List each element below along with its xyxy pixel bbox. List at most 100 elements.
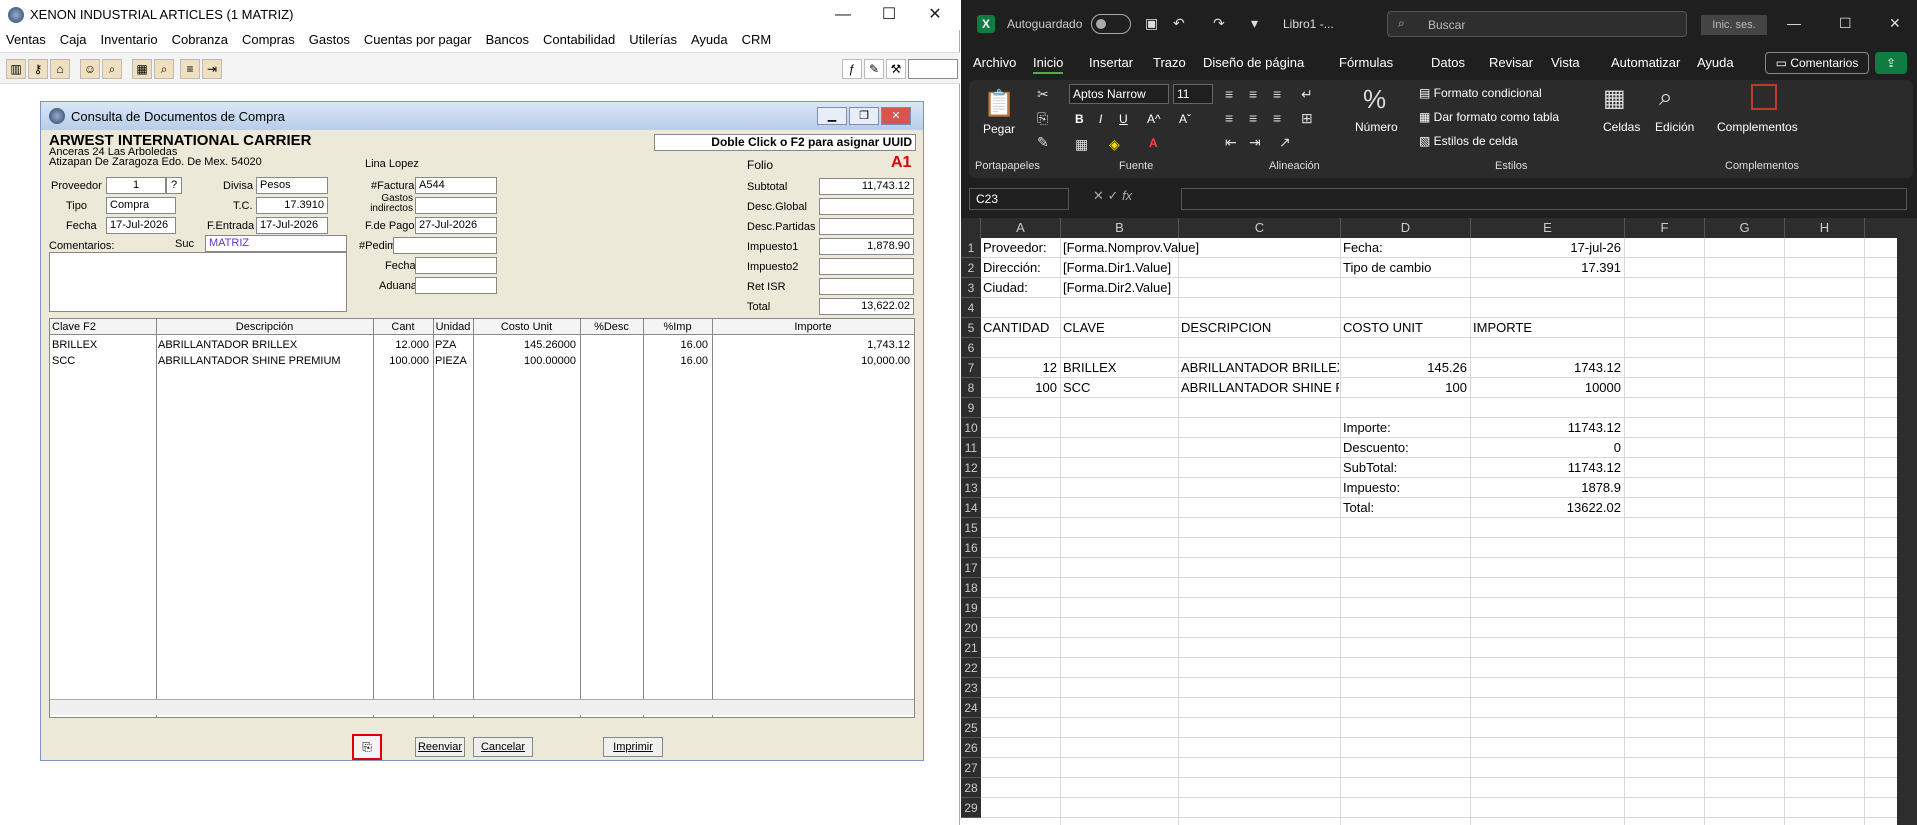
- row-header[interactable]: 7: [961, 358, 981, 378]
- row-header[interactable]: 16: [961, 538, 981, 558]
- tab-6[interactable]: Datos: [1431, 55, 1465, 70]
- aduana-field[interactable]: [415, 277, 497, 294]
- xl-maximize-button[interactable]: ☐: [1839, 15, 1852, 32]
- row-header[interactable]: 2: [961, 258, 981, 278]
- complementos-button[interactable]: Complementos: [1717, 120, 1798, 134]
- cell-D5[interactable]: COSTO UNIT: [1343, 318, 1469, 338]
- menu-item-0[interactable]: Ventas: [6, 30, 46, 50]
- row-header[interactable]: 15: [961, 518, 981, 538]
- undo-icon[interactable]: ↶: [1173, 15, 1185, 32]
- fpago-field[interactable]: 27-Jul-2026: [415, 217, 497, 234]
- formato-condicional-button[interactable]: ▤ Formato condicional: [1419, 86, 1542, 100]
- paste-icon[interactable]: 📋: [983, 88, 1015, 119]
- divisa-field[interactable]: Pesos: [256, 177, 328, 194]
- cell-A1[interactable]: Proveedor:: [983, 238, 1059, 258]
- cell-E13[interactable]: 1878.9: [1473, 478, 1621, 498]
- align-center-icon[interactable]: ≡: [1249, 110, 1257, 126]
- xl-close-button[interactable]: ✕: [1889, 15, 1901, 32]
- cell-A2[interactable]: Dirección:: [983, 258, 1059, 278]
- horizontal-scrollbar[interactable]: [50, 699, 914, 715]
- estilos-celda-button[interactable]: ▧ Estilos de celda: [1419, 134, 1518, 148]
- menu-item-6[interactable]: Cuentas por pagar: [364, 30, 472, 50]
- row-header[interactable]: 14: [961, 498, 981, 518]
- redo-icon[interactable]: ↷: [1213, 15, 1225, 32]
- row-header[interactable]: 4: [961, 298, 981, 318]
- cell-C8[interactable]: ABRILLANTADOR SHINE PR: [1181, 378, 1339, 398]
- magnify-icon[interactable]: ⌕: [154, 59, 174, 79]
- menu-item-11[interactable]: CRM: [742, 30, 772, 50]
- tab-0[interactable]: Archivo: [973, 55, 1016, 70]
- row-header[interactable]: 8: [961, 378, 981, 398]
- vertical-scrollbar[interactable]: [1897, 218, 1917, 825]
- cell-D12[interactable]: SubTotal:: [1343, 458, 1469, 478]
- menu-item-5[interactable]: Gastos: [309, 30, 350, 50]
- grid-header-0[interactable]: Clave F2: [52, 319, 154, 335]
- tc-field[interactable]: 17.3910: [256, 197, 328, 214]
- list-icon[interactable]: ≡: [180, 59, 200, 79]
- column-header-G[interactable]: G: [1705, 218, 1785, 238]
- dialog-minimize-button[interactable]: ▁: [817, 107, 847, 125]
- menu-item-1[interactable]: Caja: [60, 30, 87, 50]
- tipo-field[interactable]: Compra: [106, 197, 176, 214]
- row-header[interactable]: 1: [961, 238, 981, 258]
- row-header[interactable]: 19: [961, 598, 981, 618]
- gastos-field[interactable]: [415, 197, 497, 214]
- tab-2[interactable]: Insertar: [1089, 55, 1133, 70]
- copy-to-excel-button[interactable]: ⎘: [352, 734, 382, 760]
- fentrada-field[interactable]: 17-Jul-2026: [256, 217, 328, 234]
- boxes-icon[interactable]: ▦: [132, 59, 152, 79]
- cell-E5[interactable]: IMPORTE: [1473, 318, 1623, 338]
- table-row[interactable]: BRILLEX ABRILLANTADOR BRILLEX 12.000 PZA 145…: [50, 337, 914, 353]
- tab-8[interactable]: Vista: [1551, 55, 1580, 70]
- menu-item-4[interactable]: Compras: [242, 30, 295, 50]
- table-row[interactable]: SCC ABRILLANTADOR SHINE PREMIUM 100.000 PIE…: [50, 353, 914, 369]
- cell-E10[interactable]: 11743.12: [1473, 418, 1621, 438]
- grid-header-2[interactable]: Cant: [375, 319, 431, 335]
- user-icon[interactable]: ☺: [80, 59, 100, 79]
- cell-B3[interactable]: [Forma.Dir2.Value]: [1063, 278, 1257, 298]
- celdas-label[interactable]: Celdas: [1603, 120, 1640, 134]
- select-all-corner[interactable]: [961, 218, 981, 238]
- comentarios-textarea[interactable]: [49, 252, 347, 312]
- suc-select[interactable]: MATRIZ: [205, 235, 347, 252]
- menu-item-10[interactable]: Ayuda: [691, 30, 728, 50]
- column-header-E[interactable]: E: [1471, 218, 1625, 238]
- customize-icon[interactable]: ▾: [1251, 15, 1258, 32]
- cell-D7[interactable]: 145.26: [1343, 358, 1467, 378]
- increase-font-icon[interactable]: A^: [1147, 112, 1161, 126]
- align-left-icon[interactable]: ≡: [1225, 110, 1233, 126]
- paste-label[interactable]: Pegar: [983, 122, 1015, 136]
- row-header[interactable]: 9: [961, 398, 981, 418]
- cell-A3[interactable]: Ciudad:: [983, 278, 1059, 298]
- row-header[interactable]: 17: [961, 558, 981, 578]
- font-color-icon[interactable]: A: [1149, 136, 1158, 150]
- percent-icon[interactable]: %: [1363, 84, 1386, 115]
- grid-header-1[interactable]: Descripción: [158, 319, 371, 335]
- toolbar-field[interactable]: [908, 59, 958, 79]
- cell-D2[interactable]: Tipo de cambio: [1343, 258, 1469, 278]
- cell-E11[interactable]: 0: [1473, 438, 1621, 458]
- home-icon[interactable]: ⌂: [50, 59, 70, 79]
- cell-D8[interactable]: 100: [1343, 378, 1467, 398]
- cancel-icon[interactable]: ✕: [1093, 188, 1104, 203]
- enter-icon[interactable]: ✓: [1108, 188, 1119, 203]
- cell-B1[interactable]: [Forma.Nomprov.Value]: [1063, 238, 1257, 258]
- bold-icon[interactable]: B: [1075, 112, 1084, 126]
- grid-header-3[interactable]: Unidad: [435, 319, 471, 335]
- column-header-C[interactable]: C: [1179, 218, 1341, 238]
- cancelar-button[interactable]: Cancelar: [473, 737, 533, 757]
- xl-minimize-button[interactable]: —: [1787, 15, 1801, 31]
- function-icon[interactable]: fx: [1122, 188, 1132, 203]
- autosave-toggle[interactable]: [1091, 14, 1131, 34]
- search-icon[interactable]: ⌕: [102, 59, 122, 79]
- pedim-field[interactable]: [393, 237, 497, 254]
- sign-in-button[interactable]: Inic. ses.: [1701, 15, 1767, 35]
- exit-icon[interactable]: ⇥: [202, 59, 222, 79]
- column-header-D[interactable]: D: [1341, 218, 1471, 238]
- fecha-field[interactable]: 17-Jul-2026: [106, 217, 176, 234]
- wrap-text-icon[interactable]: ↵: [1301, 86, 1313, 103]
- cell-D11[interactable]: Descuento:: [1343, 438, 1469, 458]
- formato-tabla-button[interactable]: ▦ Dar formato como tabla: [1419, 110, 1559, 124]
- fecha2-field[interactable]: [415, 257, 497, 274]
- edit-icon[interactable]: ✎: [864, 59, 884, 79]
